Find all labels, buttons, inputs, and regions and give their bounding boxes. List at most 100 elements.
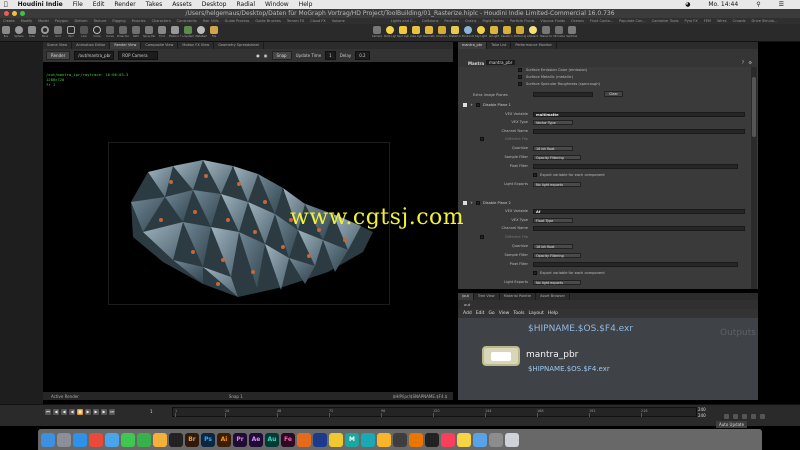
channel-name-field-2[interactable] [533,225,745,231]
tool-grid[interactable]: Grid [52,24,64,41]
tab-composite-view[interactable]: Composite View [141,42,179,49]
dock-m-icon[interactable]: M [345,432,359,447]
parameter-scrollbar[interactable] [751,67,757,289]
app-menu[interactable]: Houdini Indie [18,1,63,8]
menu-render[interactable]: Render [114,1,135,8]
dock-notes-icon[interactable] [457,432,471,447]
tool-curve[interactable]: Curve [104,24,116,41]
metallic-checkbox[interactable] [518,75,522,79]
menu-edit[interactable]: Edit [93,1,105,8]
plane1-toggle[interactable] [463,103,467,107]
vex-variable-field[interactable]: multimatte [533,111,745,117]
go-to-end-button[interactable]: ⏭ [109,409,115,415]
tool-lsystem[interactable]: L-System [182,24,194,41]
network-menu-help[interactable]: Help [548,309,558,318]
close-window-button[interactable] [4,11,9,16]
key-icon[interactable] [733,413,738,419]
network-menu-go[interactable]: Go [488,309,494,318]
tab-node-params[interactable]: mantra_pbr [458,42,488,49]
zoom-window-button[interactable] [20,11,25,16]
mantra-node[interactable] [482,346,520,366]
tab-render-view[interactable]: Render View [110,42,142,49]
tab-network-out[interactable]: /out [458,293,474,300]
update-time-field[interactable]: 1 [325,51,336,60]
tool-null[interactable]: Null [65,24,77,41]
dock-chrome-icon[interactable] [89,432,103,447]
tool-sphere[interactable]: Sphere [13,24,25,41]
extra-image-planes-field[interactable] [533,92,593,97]
light-exports-menu-2[interactable]: No light exports [533,279,581,285]
menu-list-icon[interactable]: ☰ [779,1,784,8]
snap-button[interactable]: Snap [271,51,292,60]
channel-name-field[interactable] [533,128,745,134]
node-name-label[interactable]: mantra_pbr [526,350,578,360]
dock-preview-icon[interactable] [473,432,487,447]
network-menu-edit[interactable]: Edit [476,309,485,318]
camera-menu[interactable]: ROP Camera [118,51,159,60]
dock-launchpad-icon[interactable] [57,432,71,447]
vex-variable-field-2[interactable]: Af [533,208,745,214]
vex-type-menu-2[interactable]: Float Type [533,217,573,223]
stop-button[interactable]: ■ [77,409,83,415]
tool-switcher[interactable]: Switcher [566,24,578,41]
tool-draw-curve[interactable]: Draw Curve [117,24,129,41]
key-icon[interactable] [724,413,729,419]
node-name-field[interactable]: mantra_pbr [486,60,516,65]
tool-font[interactable]: Font [156,24,168,41]
dock-finder-icon[interactable] [41,432,55,447]
disable-plane2-checkbox[interactable] [476,201,481,205]
tab-geometry-spreadsheet[interactable]: Geometry Spreadsheet [214,42,264,49]
light-bulb-icon[interactable]: ● [256,53,260,58]
go-to-start-button[interactable]: ⏮ [45,409,51,415]
dock-system-preferences-icon[interactable] [489,432,503,447]
dock-nuke-icon[interactable] [329,432,343,447]
tool-vr-camera[interactable]: VR Camera [553,24,565,41]
tool-tube[interactable]: Tube [26,24,38,41]
tool-env-light[interactable]: Environment Light [462,24,474,41]
snap-readout[interactable]: Snap 1 [229,394,243,399]
menu-radial[interactable]: Radial [236,1,255,8]
quantize-menu-2[interactable]: 16 bit float [533,243,573,249]
sample-filter-menu[interactable]: Opacity Filtering [533,154,581,160]
step-forward-button[interactable]: ▶ [93,409,99,415]
dock-blender-icon[interactable] [409,432,423,447]
tool-sky-light[interactable]: Sky Light [475,24,487,41]
wifi-icon[interactable]: ◕ [685,1,690,8]
dock-safari-icon[interactable] [73,432,87,447]
menu-desktop[interactable]: Desktop [202,1,227,8]
snapshot-file-path[interactable]: $HIP/ipr/$SNAPNAME.$F4.$ [393,394,448,399]
tab-tree-view[interactable]: Tree View [474,293,500,300]
tool-area-light[interactable]: Area Light [410,24,422,41]
key-icon[interactable] [751,413,756,419]
dock-trash-icon[interactable] [505,432,519,447]
dock-audition-icon[interactable]: Au [265,432,279,447]
tab-material-palette[interactable]: Material Palette [500,293,537,300]
tool-ambient-light[interactable]: Ambient Light [527,24,539,41]
tool-file[interactable]: File [208,24,220,41]
key-icon[interactable] [742,413,747,419]
tool-line[interactable]: Line [78,24,90,41]
quantize-menu[interactable]: 16 bit float [533,145,573,151]
specrough-checkbox[interactable] [518,82,522,86]
tool-metaball[interactable]: Metaball [195,24,207,41]
tool-point-light[interactable]: Point Light [384,24,396,41]
play-reverse-button[interactable]: ◀ [69,409,75,415]
tool-path[interactable]: Path [130,24,142,41]
active-render-label[interactable]: Active Render [51,394,79,399]
menu-file[interactable]: File [73,1,83,8]
tool-circle[interactable]: Circle [91,24,103,41]
dock-fuse-icon[interactable]: Fe [281,432,295,447]
pixel-filter-field[interactable] [533,163,738,169]
dock-terminal-icon[interactable] [169,432,183,447]
tool-box[interactable]: Box [0,24,12,41]
dock-music-icon[interactable] [441,432,455,447]
plus-icon[interactable]: + [470,103,473,107]
help-icon[interactable]: ? [742,60,744,65]
dock-premiere-icon[interactable]: Pr [233,432,247,447]
pixel-filter-field-2[interactable] [533,261,738,267]
sample-filter-menu-2[interactable]: Opacity Filtering [533,252,581,258]
step-back-button[interactable]: ◀ [61,409,67,415]
tool-platonic[interactable]: Platonic Solids [169,24,181,41]
light-exports-menu[interactable]: No light exports [533,181,581,187]
tool-spray-paint[interactable]: Spray Paint [143,24,155,41]
